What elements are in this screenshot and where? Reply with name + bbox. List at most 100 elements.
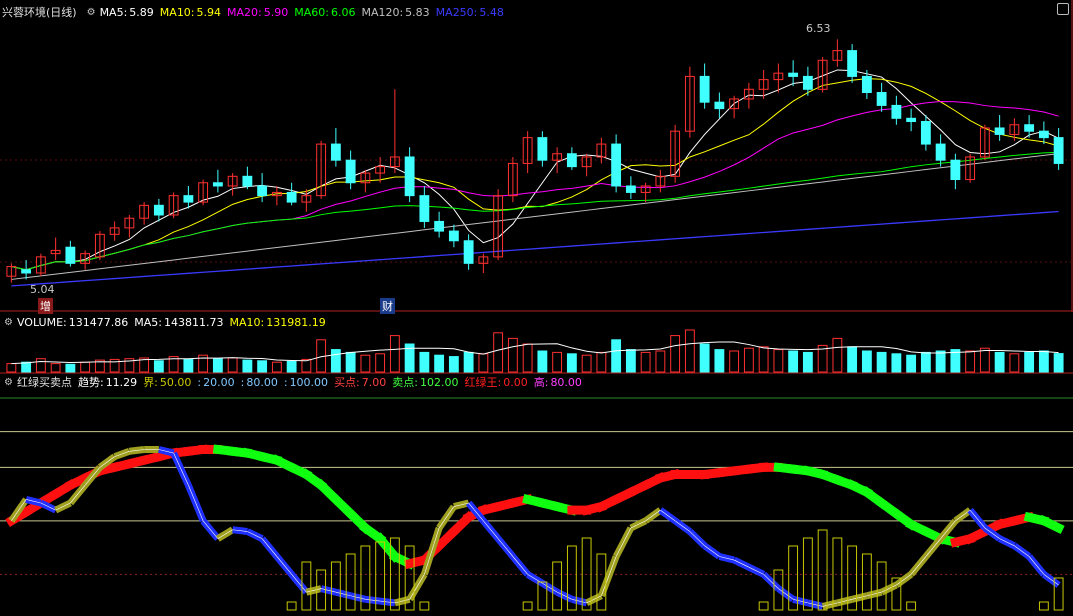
indicator-header: ⚙ 红绿买卖点 趋势: 11.29 界: 50.00:20.00:80.00:100.… bbox=[0, 374, 594, 390]
low-label: 5.04 bbox=[30, 283, 55, 296]
volume-bar bbox=[80, 361, 91, 373]
trend-thin-line bbox=[291, 574, 307, 593]
candle-body bbox=[847, 50, 858, 77]
volume-bar bbox=[566, 353, 577, 373]
ind-value-8: 80.00 bbox=[550, 376, 582, 389]
volume-bar bbox=[847, 346, 858, 373]
volume-bar bbox=[758, 346, 769, 373]
volume-bar bbox=[729, 350, 740, 373]
trend-thin-line bbox=[689, 531, 705, 547]
candle-body bbox=[183, 195, 194, 203]
signal-bar bbox=[419, 601, 430, 611]
signal-bar bbox=[906, 601, 917, 611]
volume-bar bbox=[920, 351, 931, 373]
ind-label-6: 卖点: bbox=[392, 376, 418, 389]
candle-body bbox=[802, 75, 813, 90]
volume-bar bbox=[242, 359, 253, 373]
trend-thin-line bbox=[438, 506, 455, 529]
ind-label-2: : bbox=[197, 376, 202, 389]
signal-bar bbox=[876, 561, 887, 611]
candle-body bbox=[242, 175, 253, 187]
ind-label-8: 高: bbox=[533, 376, 549, 389]
candle-body bbox=[463, 240, 474, 264]
volume-bar bbox=[153, 360, 164, 373]
volume-bar bbox=[640, 351, 651, 373]
volume-bar bbox=[861, 350, 872, 373]
volume-bar bbox=[552, 351, 563, 373]
signal-bar bbox=[286, 601, 297, 611]
candle-body bbox=[906, 117, 917, 123]
settings-icon[interactable]: ⚙ bbox=[4, 377, 13, 388]
volume-bar bbox=[773, 349, 784, 373]
volume-bar bbox=[876, 351, 887, 373]
volume-bar bbox=[1009, 353, 1020, 373]
trend-thin-line bbox=[512, 556, 528, 575]
candle-body bbox=[153, 204, 164, 216]
candle-body bbox=[950, 159, 961, 181]
signal-bar bbox=[552, 561, 563, 611]
ind-value-2: 20.00 bbox=[203, 376, 235, 389]
candle-body bbox=[330, 143, 341, 161]
signal-bar bbox=[330, 561, 341, 611]
volume-bar bbox=[655, 350, 666, 373]
signal-bar bbox=[522, 601, 533, 611]
high-label: 6.53 bbox=[806, 22, 831, 35]
trend-thin-line bbox=[409, 574, 425, 600]
ind-value-6: 102.00 bbox=[420, 376, 459, 389]
volume-bar bbox=[507, 337, 518, 373]
volume-bar bbox=[35, 358, 46, 373]
candle-body bbox=[625, 185, 636, 193]
volume-bar bbox=[979, 347, 990, 373]
volume-bar bbox=[21, 361, 32, 373]
volume-bar bbox=[345, 351, 356, 373]
candle-body bbox=[212, 182, 223, 187]
volume-bar bbox=[6, 363, 17, 373]
candle-body bbox=[286, 191, 297, 203]
volume-bar bbox=[684, 329, 695, 373]
signal-bar bbox=[817, 529, 828, 611]
volume-bar bbox=[537, 350, 548, 373]
candle-body bbox=[1053, 137, 1064, 164]
volume-bar bbox=[611, 339, 622, 373]
volume-bar bbox=[389, 335, 400, 373]
signal-bar bbox=[1038, 601, 1049, 611]
trend-thin-line bbox=[483, 520, 499, 539]
volume-bar bbox=[891, 353, 902, 373]
volume-bar bbox=[1038, 350, 1049, 373]
volume-chart bbox=[0, 329, 1073, 374]
volume-bar bbox=[714, 349, 725, 373]
ind-label-7: 红绿王: bbox=[464, 376, 502, 389]
candle-body bbox=[448, 230, 459, 242]
trend-thin-line bbox=[925, 538, 941, 557]
volume-bar bbox=[360, 354, 371, 373]
candle-body bbox=[434, 220, 445, 232]
volume-bar bbox=[330, 349, 341, 373]
volume-bar bbox=[286, 361, 297, 373]
trend-thin-line bbox=[910, 556, 927, 575]
event-mark-1[interactable]: 增 bbox=[38, 298, 53, 314]
trend-thin-line bbox=[969, 509, 986, 529]
ind-value-7: 0.00 bbox=[503, 376, 528, 389]
price-chart bbox=[0, 0, 1073, 312]
volume-bar bbox=[463, 351, 474, 373]
candle-body bbox=[1038, 130, 1049, 139]
trend-thin-line bbox=[601, 556, 617, 596]
volume-bar bbox=[375, 353, 386, 373]
volume-bar bbox=[581, 354, 592, 373]
ind-label-4: : bbox=[283, 376, 288, 389]
signal-bar bbox=[861, 553, 872, 611]
volume-bar bbox=[227, 357, 238, 373]
event-mark-2[interactable]: 财 bbox=[380, 298, 395, 314]
volume-bar bbox=[522, 343, 533, 373]
ind-value-1: 50.00 bbox=[159, 376, 192, 389]
trend-thin-line bbox=[202, 520, 219, 539]
volume-bar bbox=[596, 351, 607, 373]
candle-body bbox=[537, 137, 548, 161]
ma20-line bbox=[11, 101, 1059, 271]
candle-body bbox=[861, 75, 872, 94]
volume-bar bbox=[183, 358, 194, 373]
ind-value-4: 100.00 bbox=[289, 376, 329, 389]
indicator-title: 红绿买卖点 bbox=[16, 376, 72, 389]
candle-body bbox=[788, 72, 799, 77]
volume-bar bbox=[419, 351, 430, 373]
